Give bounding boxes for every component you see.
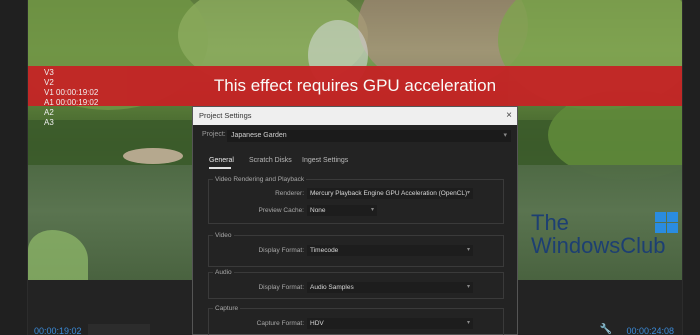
track-a2: A2 xyxy=(44,108,54,117)
close-icon[interactable]: × xyxy=(506,107,512,125)
renderer-label: Renderer: xyxy=(275,190,304,197)
audio-display-format-value: Audio Samples xyxy=(310,284,354,291)
preview-cache-label: Preview Cache: xyxy=(258,207,304,214)
track-v2: V2 xyxy=(44,78,54,87)
tab-general[interactable]: General xyxy=(209,157,234,164)
audio-display-format-label: Display Format: xyxy=(258,284,304,291)
watermark-line2: WindowsClub xyxy=(531,233,666,258)
video-display-format-select[interactable]: Timecode ▾ xyxy=(307,245,473,256)
tab-scratch-disks[interactable]: Scratch Disks xyxy=(249,157,292,164)
chevron-down-icon: ▾ xyxy=(466,190,470,196)
stone xyxy=(123,148,183,164)
section-capture-title: Capture xyxy=(213,305,241,312)
video-display-format-value: Timecode xyxy=(310,247,339,254)
chevron-down-icon: ▾ xyxy=(466,247,470,253)
chevron-down-icon: ▾ xyxy=(466,320,470,326)
dialog-titlebar: Project Settings × xyxy=(193,107,517,125)
track-a1: A1 00:00:19:02 xyxy=(44,98,99,107)
renderer-select[interactable]: Mercury Playback Engine GPU Acceleration… xyxy=(307,188,473,199)
left-panel-edge xyxy=(0,0,28,335)
video-display-format-label: Display Format: xyxy=(258,247,304,254)
settings-tabs: General Scratch Disks Ingest Settings xyxy=(193,145,517,171)
dialog-title: Project Settings xyxy=(199,111,252,120)
preview-cache-select[interactable]: None ▾ xyxy=(307,205,377,216)
capture-format-label: Capture Format: xyxy=(256,320,304,327)
track-v1: V1 00:00:19:02 xyxy=(44,88,99,97)
right-panel-edge xyxy=(682,0,700,335)
section-audio-title: Audio xyxy=(213,269,234,276)
watermark-logo: The WindowsClub xyxy=(531,210,678,258)
chevron-down-icon: ▾ xyxy=(503,132,507,139)
tab-ingest-settings[interactable]: Ingest Settings xyxy=(302,157,348,164)
section-rendering: Video Rendering and Playback Renderer: M… xyxy=(208,176,504,224)
duration-timecode: 00:00:24:08 xyxy=(626,326,674,335)
project-label: Project: xyxy=(202,131,226,138)
capture-format-value: HDV xyxy=(310,320,324,327)
project-value: Japanese Garden xyxy=(231,132,287,139)
track-a3: A3 xyxy=(44,118,54,127)
wrench-icon[interactable]: 🔧 xyxy=(600,324,612,335)
project-row: Project: Japanese Garden ▾ xyxy=(193,125,517,145)
chevron-down-icon: ▾ xyxy=(370,207,374,213)
gpu-warning-banner: This effect requires GPU acceleration xyxy=(28,66,682,106)
audio-display-format-select[interactable]: Audio Samples ▾ xyxy=(307,282,473,293)
section-rendering-title: Video Rendering and Playback xyxy=(213,176,307,183)
section-video: Video Display Format: Timecode ▾ xyxy=(208,232,504,267)
section-audio: Audio Display Format: Audio Samples ▾ xyxy=(208,269,504,299)
project-select[interactable]: Japanese Garden ▾ xyxy=(227,130,511,142)
preview-cache-value: None xyxy=(310,207,326,214)
windows-logo-icon xyxy=(655,212,679,234)
chevron-down-icon: ▾ xyxy=(466,284,470,290)
renderer-value: Mercury Playback Engine GPU Acceleration… xyxy=(310,190,468,197)
track-overlay: V3 V2 V1 00:00:19:02 A1 00:00:19:02 A2 A… xyxy=(44,68,98,128)
zoom-select[interactable] xyxy=(88,324,150,335)
gpu-warning-text: This effect requires GPU acceleration xyxy=(213,76,497,95)
capture-format-select[interactable]: HDV ▾ xyxy=(307,318,473,329)
active-tab-indicator xyxy=(209,167,231,169)
project-settings-dialog: Project Settings × Project: Japanese Gar… xyxy=(192,106,518,335)
section-video-title: Video xyxy=(213,232,234,239)
watermark-line1: The xyxy=(531,210,569,235)
section-capture: Capture Capture Format: HDV ▾ xyxy=(208,305,504,335)
track-v3: V3 xyxy=(44,68,54,77)
current-timecode[interactable]: 00:00:19:02 xyxy=(34,326,82,335)
